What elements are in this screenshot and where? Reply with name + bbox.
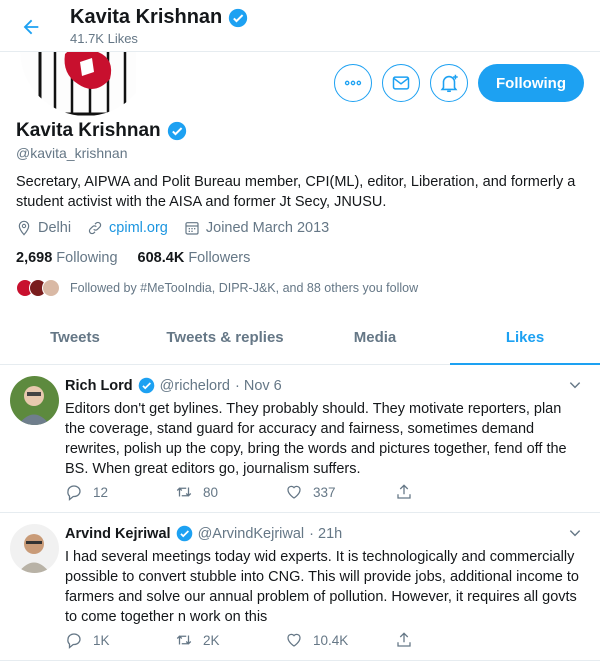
notifications-button[interactable] (430, 64, 469, 102)
reply-count: 1K (93, 632, 110, 648)
reply-button[interactable]: 12 (65, 483, 175, 501)
following-label: Following (56, 250, 118, 266)
location-icon (18, 220, 30, 236)
reply-count: 12 (93, 484, 109, 500)
profile-actions: Following (334, 64, 584, 102)
profile-bio: Secretary, AIPWA and Polit Bureau member… (16, 174, 576, 210)
tweet-actions: 1K 2K 10.4K (65, 631, 505, 649)
likes-count: 41.7K Likes (70, 31, 138, 46)
tweet-author-handle[interactable]: @ArvindKejriwal (198, 526, 305, 542)
tweet-header: Rich Lord @richelord · Nov 6 (65, 377, 282, 394)
joined-text: Joined March 2013 (205, 220, 330, 236)
tweet-text: I had several meetings today wid experts… (65, 549, 579, 625)
like-icon (287, 633, 301, 647)
tab-media[interactable]: Media (300, 310, 450, 364)
share-icon (397, 632, 411, 647)
chevron-down-icon (569, 530, 581, 537)
profile-tabs: Tweets Tweets & replies Media Likes (0, 310, 600, 365)
share-icon (397, 484, 411, 499)
followers-stat[interactable]: 608.4K Followers (138, 250, 251, 266)
followed-by-text: Followed by #MeTooIndia, DIPR-J&K, and 8… (70, 281, 419, 295)
profile-meta: Delhi cpiml.org Joined March 2013 (16, 220, 329, 236)
retweet-button[interactable]: 80 (175, 483, 285, 501)
tab-tweets[interactable]: Tweets (0, 310, 150, 364)
like-button[interactable]: 337 (285, 483, 395, 501)
following-button[interactable]: Following (478, 64, 584, 102)
profile-name: Kavita Krishnan (16, 120, 161, 141)
tweet-author-name[interactable]: Arvind Kejriwal (65, 526, 171, 542)
verified-icon (229, 8, 248, 27)
share-button[interactable] (395, 631, 505, 649)
tweet-time[interactable]: · 21h (309, 526, 342, 542)
topbar-title: Kavita Krishnan (70, 6, 248, 29)
profile-top-bar: Kavita Krishnan 41.7K Likes (0, 0, 600, 52)
retweet-button[interactable]: 2K (175, 631, 285, 649)
retweet-icon (176, 635, 192, 645)
reply-button[interactable]: 1K (65, 631, 175, 649)
tab-likes[interactable]: Likes (450, 310, 600, 365)
verified-icon (167, 121, 186, 141)
profile-joined: Joined March 2013 (184, 220, 329, 236)
like-icon (287, 485, 301, 499)
tweet-author-name[interactable]: Rich Lord (65, 378, 133, 394)
like-count: 10.4K (313, 632, 349, 648)
tweet-actions: 12 80 337 (65, 483, 505, 501)
like-count: 337 (313, 484, 336, 500)
tweet-menu-button[interactable] (568, 526, 582, 545)
tweet-text: Editors don't get bylines. They probably… (65, 401, 567, 477)
tweet[interactable]: Arvind Kejriwal @ArvindKejriwal · 21h I … (0, 514, 600, 661)
link-icon (88, 221, 102, 235)
profile-website[interactable]: cpiml.org (87, 220, 168, 236)
back-arrow-icon (23, 19, 39, 35)
calendar-icon (185, 222, 199, 235)
tweet-author-handle[interactable]: @richelord (160, 378, 230, 394)
more-button[interactable] (334, 64, 373, 102)
website-link[interactable]: cpiml.org (109, 220, 168, 236)
message-button[interactable] (382, 64, 421, 102)
tweet[interactable]: Rich Lord @richelord · Nov 6 Editors don… (0, 366, 600, 513)
following-count: 2,698 (16, 250, 53, 266)
like-button[interactable]: 10.4K (285, 631, 395, 649)
location-text: Delhi (38, 220, 72, 236)
reply-icon (67, 485, 81, 501)
followed-by-avatars (16, 279, 60, 297)
reply-icon (67, 633, 81, 649)
back-button[interactable] (16, 12, 46, 42)
profile-stats: 2,698 Following 608.4K Followers (16, 250, 250, 266)
profile-name-row: Kavita Krishnan (16, 120, 187, 142)
tab-tweets-replies[interactable]: Tweets & replies (150, 310, 300, 364)
mail-icon (392, 76, 410, 90)
share-button[interactable] (395, 483, 505, 501)
followers-count: 608.4K (137, 250, 185, 266)
tweet-avatar[interactable] (10, 376, 59, 425)
following-stat[interactable]: 2,698 Following (16, 250, 118, 266)
profile-location: Delhi (16, 220, 71, 236)
chevron-down-icon (569, 382, 581, 389)
notify-icon (440, 74, 458, 93)
more-icon (344, 80, 362, 86)
followed-by[interactable]: Followed by #MeTooIndia, DIPR-J&K, and 8… (16, 279, 418, 297)
tweet-header: Arvind Kejriwal @ArvindKejriwal · 21h (65, 525, 342, 542)
retweet-icon (176, 487, 192, 497)
mini-avatar (42, 279, 60, 297)
verified-icon (138, 377, 154, 394)
tweet-time[interactable]: · Nov 6 (235, 378, 282, 394)
retweet-count: 80 (203, 484, 219, 500)
followers-label: Followers (188, 250, 251, 266)
retweet-count: 2K (203, 632, 220, 648)
tweet-avatar[interactable] (10, 524, 59, 573)
tweet-menu-button[interactable] (568, 378, 582, 397)
topbar-name: Kavita Krishnan (70, 6, 223, 28)
profile-handle: @kavita_krishnan (16, 145, 128, 161)
verified-icon (176, 525, 192, 542)
